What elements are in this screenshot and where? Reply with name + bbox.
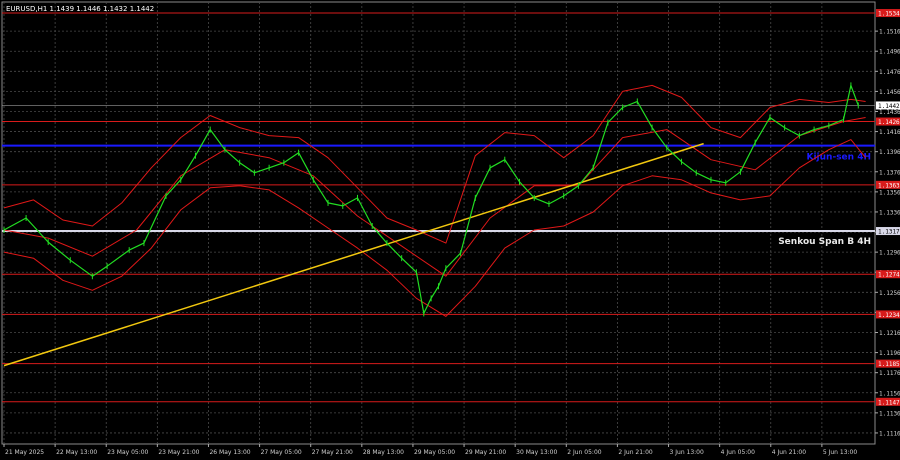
y-tick-label: 1.1156 [879, 390, 900, 397]
x-tick-label: 27 May 05:00 [261, 449, 302, 456]
x-tick-label: 23 May 05:00 [107, 449, 148, 456]
x-tick-label: 2 Jun 21:00 [618, 449, 652, 456]
x-tick-label: 22 May 13:00 [56, 449, 97, 456]
x-tick-label: 5 Jun 13:00 [823, 449, 857, 456]
y-tick-label: 1.1356 [879, 189, 900, 196]
price-axis: 1.1516 1.1496 1.1476 1.1456 1.1436 1.1416 1.13… [875, 9, 900, 437]
x-tick-label: 26 May 13:00 [209, 449, 250, 456]
x-tick-label: 27 May 21:00 [312, 449, 353, 456]
x-tick-label: 29 May 21:00 [465, 449, 506, 456]
x-tick-label: 28 May 13:00 [363, 449, 404, 456]
band-lower [3, 139, 866, 317]
x-tick-label: 21 May 2025 [5, 449, 44, 456]
y-tick-label: 1.1196 [879, 350, 900, 357]
y-tick-label: 1.1296 [879, 250, 900, 257]
x-tick-label: 29 May 05:00 [414, 449, 455, 456]
y-tick-label: 1.1456 [879, 89, 900, 96]
y-tick-label: 1.1436 [879, 109, 900, 116]
senkou-price-label: 1.1317 [878, 229, 900, 236]
bollinger-bands [3, 84, 866, 317]
level-price-label: 1.1234 [878, 312, 900, 319]
y-tick-label: 1.1176 [879, 370, 900, 377]
level-price-label: 1.1274 [878, 272, 900, 279]
x-tick-label: 2 Jun 05:00 [567, 449, 601, 456]
level-price-label: 1.1185 [878, 361, 900, 368]
level-price-label: 1.1426 [878, 119, 900, 126]
time-axis: 21 May 2025 22 May 13:00 23 May 05:00 23 Ma… [3, 444, 857, 456]
y-tick-label: 1.1136 [879, 410, 900, 417]
price-line [3, 84, 859, 314]
y-tick-label: 1.1496 [879, 49, 900, 56]
chart-window: Senkou Span B 4H Kijun-sen 4H 1.1516 1.149… [0, 0, 900, 460]
x-tick-label: 4 Jun 05:00 [721, 449, 755, 456]
x-tick-label: 4 Jun 21:00 [772, 449, 806, 456]
y-tick-label: 1.1396 [879, 149, 900, 156]
symbol-header: EURUSD,H1 1.1439 1.1446 1.1432 1.1442 [6, 5, 154, 13]
price-layer [3, 82, 859, 317]
y-tick-label: 1.1476 [879, 69, 900, 76]
x-tick-label: 23 May 21:00 [158, 449, 199, 456]
level-price-label: 1.1534 [878, 11, 900, 18]
grid [1, 1, 876, 445]
price-chart[interactable]: Senkou Span B 4HKijun-sen 4H 1.15161.149… [0, 0, 900, 460]
current-price-label: 1.1442 [878, 103, 900, 110]
x-tick-label: 30 May 13:00 [516, 449, 557, 456]
y-tick-label: 1.1336 [879, 209, 900, 216]
band-upper [3, 84, 866, 244]
y-tick-label: 1.1216 [879, 330, 900, 337]
x-tick-label: 3 Jun 13:00 [670, 449, 704, 456]
senkou-label: Senkou Span B 4H [778, 237, 871, 247]
y-tick-label: 1.1416 [879, 129, 900, 136]
plot-frame [1, 1, 876, 445]
y-tick-label: 1.1116 [879, 430, 900, 437]
y-tick-label: 1.1376 [879, 169, 900, 176]
y-tick-label: 1.1256 [879, 290, 900, 297]
level-price-label: 1.1363 [878, 182, 900, 189]
y-tick-label: 1.1516 [879, 29, 900, 36]
level-price-label: 1.1147 [878, 399, 900, 406]
